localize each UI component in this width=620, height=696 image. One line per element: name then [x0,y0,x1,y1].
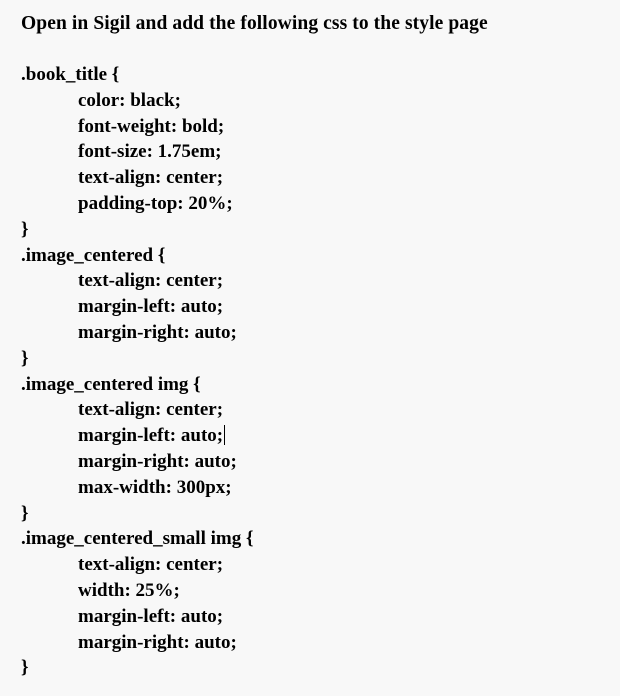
css-line-text: margin-right: auto; [78,450,237,472]
css-code-block[interactable]: .book_title { color: black; font-weight: b… [21,62,601,681]
css-line[interactable]: text-align: center; [21,397,601,423]
css-line-text: text-align: center; [78,167,224,189]
css-line-text: text-align: center; [78,270,224,292]
css-line-text: margin-left: auto; [78,425,224,447]
document-page: Open in Sigil and add the following css … [0,0,620,696]
css-line-text: margin-left: auto; [78,296,224,318]
css-line[interactable]: } [21,655,601,681]
css-line-text: text-align: center; [78,554,224,576]
css-line[interactable]: padding-top: 20%; [21,191,601,217]
css-line[interactable]: max-width: 300px; [21,475,601,501]
css-line-text: color: black; [78,89,181,111]
css-line-text: .image_centered_small img { [21,528,254,550]
css-line[interactable]: margin-left: auto; [21,423,601,449]
css-line-text: font-size: 1.75em; [78,141,222,163]
css-line-text: font-weight: bold; [78,115,225,137]
css-line[interactable]: color: black; [21,88,601,114]
css-line[interactable]: margin-right: auto; [21,630,601,656]
css-line-text: width: 25%; [78,579,180,601]
css-line[interactable]: .book_title { [21,62,601,88]
css-line-text: .book_title { [21,64,120,85]
css-line-text: } [21,502,29,524]
css-line[interactable]: font-weight: bold; [21,114,601,140]
css-line[interactable]: .image_centered { [21,243,601,269]
css-line-text: padding-top: 20%; [78,192,233,214]
css-line[interactable]: text-align: center; [21,268,601,294]
css-line-text: margin-left: auto; [78,605,224,627]
css-line[interactable]: margin-right: auto; [21,320,601,346]
css-line-text: } [21,347,29,369]
css-line[interactable]: .image_centered_small img { [21,526,601,552]
text-caret [224,425,226,446]
css-line-text: max-width: 300px; [78,476,232,498]
css-line[interactable]: text-align: center; [21,165,601,191]
css-line-text: text-align: center; [78,399,224,421]
css-line[interactable]: text-align: center; [21,552,601,578]
css-line-text: margin-right: auto; [78,631,237,653]
css-line-text: margin-right: auto; [78,321,237,343]
css-line[interactable]: margin-left: auto; [21,604,601,630]
css-line[interactable]: } [21,346,601,372]
css-line[interactable]: margin-left: auto; [21,294,601,320]
css-line-text: .image_centered { [21,244,166,266]
css-line[interactable]: } [21,501,601,527]
css-line[interactable]: .image_centered img { [21,372,601,398]
css-line-text: } [21,657,29,679]
css-line[interactable]: width: 25%; [21,578,601,604]
css-line[interactable]: margin-right: auto; [21,449,601,475]
css-line[interactable]: font-size: 1.75em; [21,139,601,165]
css-line-text: .image_centered img { [21,373,201,395]
css-line[interactable]: } [21,217,601,243]
page-heading: Open in Sigil and add the following css … [21,13,488,34]
css-line-text: } [21,218,29,240]
